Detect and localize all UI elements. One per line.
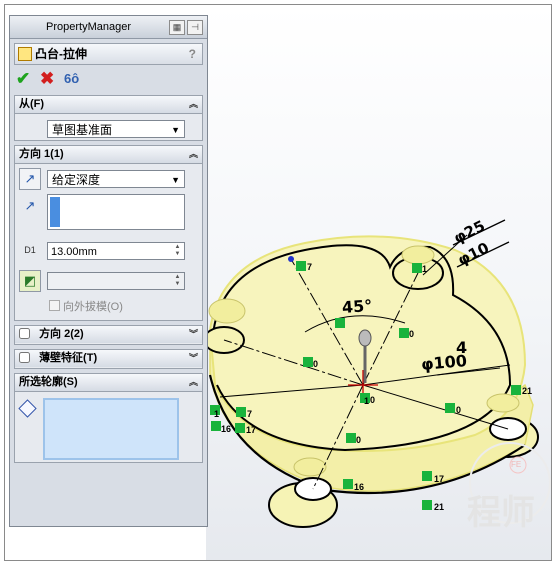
direction2-checkbox[interactable]: [19, 328, 30, 339]
feature-name: 凸台-拉伸: [35, 47, 87, 61]
help-icon[interactable]: ?: [189, 44, 196, 64]
relation-label: 16: [221, 424, 232, 434]
cancel-x-icon[interactable]: ✖: [40, 69, 54, 89]
panel-layout-icon[interactable]: ▦: [169, 20, 185, 35]
ok-check-icon[interactable]: ✔: [16, 69, 30, 89]
boss-extrude-icon: [18, 47, 32, 61]
action-buttons: ✔ ✖ 6ô: [14, 67, 203, 91]
from-group-label: 从(F): [19, 98, 45, 110]
property-manager-title: PropertyManager: [46, 21, 131, 33]
from-dropdown-value: 草图基准面: [52, 123, 113, 137]
relation-label: 0: [313, 359, 319, 369]
checkbox-box: [49, 300, 60, 311]
relation-label: 0: [356, 435, 362, 445]
spin-arrows-icon[interactable]: ▲ ▼: [172, 244, 183, 258]
depth-spinbox[interactable]: 13.00mm ▲ ▼: [47, 242, 185, 260]
relation-label: 0: [456, 405, 462, 415]
collapse-chevron-icon[interactable]: ︽: [189, 374, 198, 391]
direction1-group-label: 方向 1(1): [19, 148, 64, 160]
draft-angle-spinbox: ▲ ▼: [47, 272, 185, 290]
sketch-point: [288, 256, 294, 262]
thin-feature-group-header[interactable]: 薄壁特征(T) ︾: [15, 350, 202, 367]
boss-bottom-top: [293, 457, 327, 477]
relation-label: 7: [247, 409, 253, 419]
direction2-group: 方向 2(2) ︾: [14, 325, 203, 345]
depth-icon-label: D1: [24, 245, 36, 255]
end-condition-dropdown[interactable]: 给定深度 ▼: [47, 170, 185, 188]
draft-outward-label: 向外拔模(O): [63, 301, 123, 313]
end-condition-value: 给定深度: [52, 173, 101, 187]
boss-left-top: [208, 298, 246, 324]
dim-diameter-large[interactable]: φ100: [420, 351, 467, 374]
direction1-group: 方向 1(1) ︽ ↗ 给定深度 ▼ ↗ D1 13.00mm ▲ ▼ ◩ ▲ …: [14, 145, 203, 321]
pin-icon[interactable]: ⊣: [187, 20, 203, 35]
reverse-direction-icon[interactable]: ↗: [19, 168, 41, 190]
depth-icon: D1: [19, 240, 41, 262]
relation-label: 21: [522, 386, 533, 396]
selected-contours-listbox[interactable]: [43, 398, 179, 460]
extrude-arrow-head: [358, 329, 372, 347]
selected-contours-group-header[interactable]: 所选轮廓(S) ︽: [15, 374, 202, 392]
relation-label: 21: [434, 502, 445, 512]
depth-value: 13.00mm: [51, 246, 97, 258]
listbox-selection-indicator: [50, 197, 60, 227]
preview-glasses-icon[interactable]: 6ô: [64, 71, 79, 86]
watermark-text: 程师: [467, 493, 535, 533]
relation-label: 0: [370, 395, 376, 405]
expand-chevron-icon[interactable]: ︾: [189, 326, 198, 343]
property-manager-panel: PropertyManager ▦ ⊣ 凸台-拉伸 ? ✔ ✖ 6ô 从(F) …: [9, 15, 208, 527]
property-manager-titlebar: PropertyManager ▦ ⊣: [10, 16, 207, 39]
collapse-chevron-icon[interactable]: ︽: [189, 96, 198, 113]
collapse-chevron-icon[interactable]: ︽: [189, 146, 198, 163]
from-group: 从(F) ︽ 草图基准面 ▼: [14, 95, 203, 141]
relation-label: 1: [422, 264, 428, 274]
direction2-group-label: 方向 2(2): [39, 328, 84, 340]
relation-label: 1: [364, 396, 370, 406]
relation-label: 17: [246, 425, 257, 435]
watermark-seal-text: FE: [511, 460, 522, 469]
dropdown-arrow-icon: ▼: [171, 175, 180, 185]
relation-label: 7: [307, 262, 313, 272]
contour-diamond-icon: [18, 399, 37, 418]
direction-vector-listbox[interactable]: [47, 194, 185, 230]
selected-contours-group-label: 所选轮廓(S): [19, 376, 78, 388]
dim-angle[interactable]: 45°: [341, 296, 373, 317]
direction1-group-header[interactable]: 方向 1(1) ︽: [15, 146, 202, 164]
solidworks-window: 45° 4 φ100 φ25 φ10 7 1 0 0 0 0 0 21 7 17…: [4, 4, 552, 561]
thin-feature-checkbox[interactable]: [19, 352, 30, 363]
feature-header: 凸台-拉伸 ?: [14, 43, 203, 65]
boss-right-top: [486, 393, 520, 413]
direction-vector-icon: ↗: [24, 198, 36, 213]
draft-outward-checkbox[interactable]: 向外拔模(O): [49, 298, 123, 314]
from-dropdown[interactable]: 草图基准面 ▼: [47, 120, 185, 138]
thin-feature-group-label: 薄壁特征(T): [39, 352, 98, 364]
dropdown-arrow-icon: ▼: [171, 125, 180, 135]
selected-contours-group: 所选轮廓(S) ︽: [14, 373, 203, 463]
direction2-group-header[interactable]: 方向 2(2) ︾: [15, 326, 202, 343]
graphics-viewport[interactable]: 45° 4 φ100 φ25 φ10 7 1 0 0 0 0 0 21 7 17…: [206, 5, 551, 560]
expand-chevron-icon[interactable]: ︾: [189, 350, 198, 367]
boss-top-hole: [401, 245, 435, 265]
from-group-header[interactable]: 从(F) ︽: [15, 96, 202, 114]
thin-feature-group: 薄壁特征(T) ︾: [14, 349, 203, 369]
relation-label: 16: [354, 482, 365, 492]
relation-label: 17: [434, 474, 445, 484]
spin-arrows-icon: ▲ ▼: [174, 274, 181, 287]
relation-label: 0: [409, 329, 415, 339]
extrude-preview: [206, 219, 551, 528]
draft-on-off-icon[interactable]: ◩: [19, 270, 41, 292]
relation-label: 1: [214, 409, 220, 419]
